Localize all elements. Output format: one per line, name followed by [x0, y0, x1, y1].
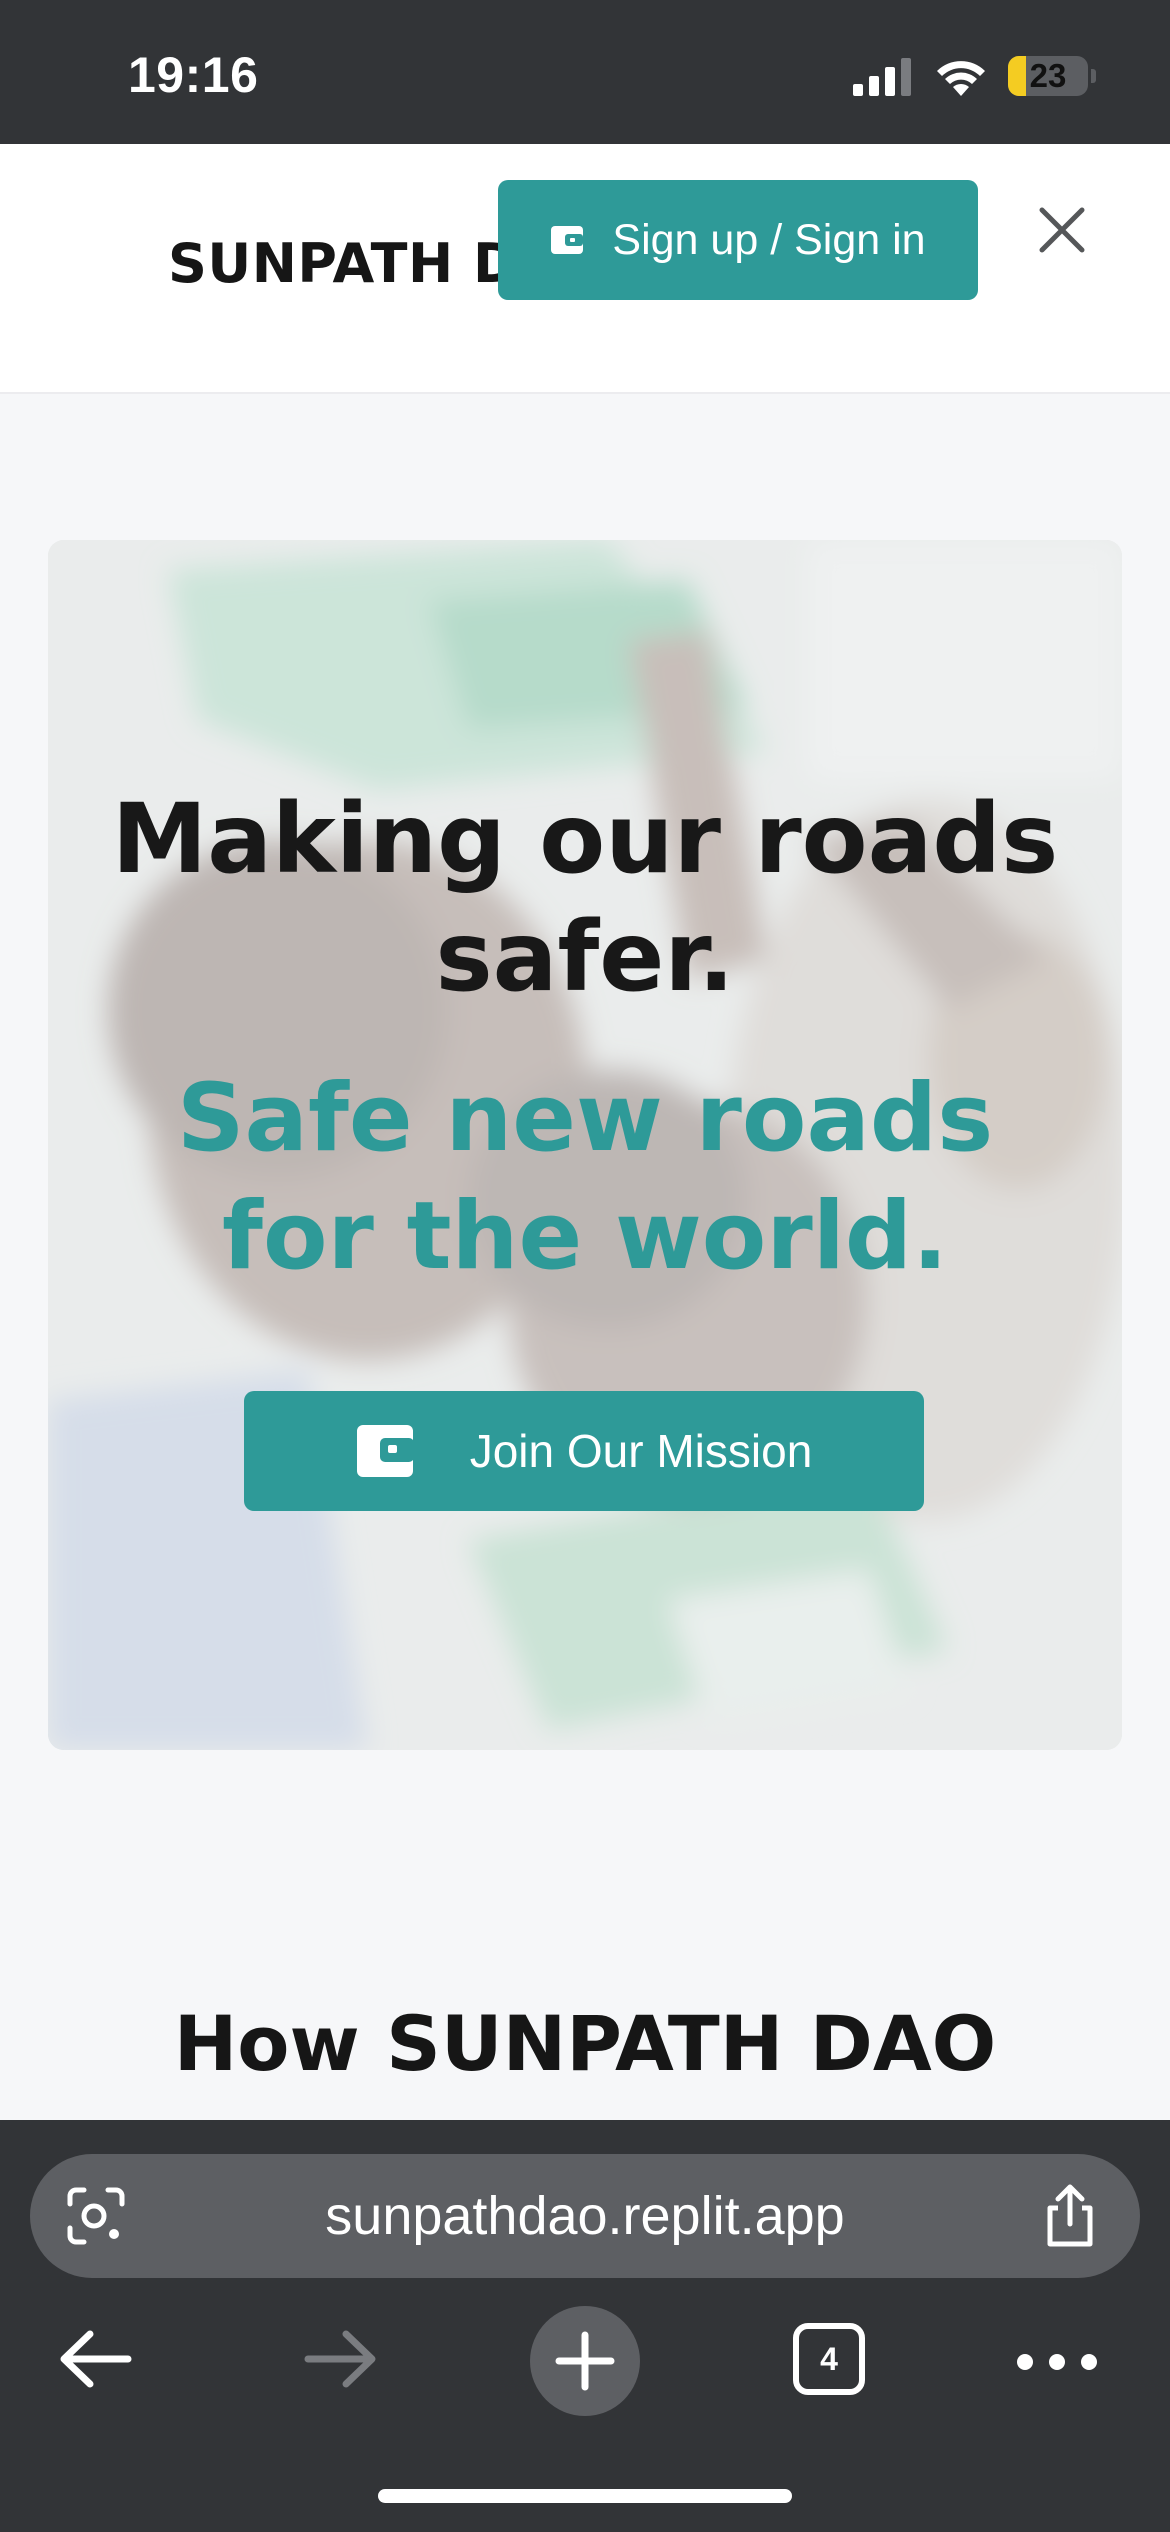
wifi-icon	[937, 61, 985, 96]
home-indicator[interactable]	[378, 2489, 792, 2503]
battery-cap	[1091, 69, 1096, 83]
battery-icon: 23	[1008, 56, 1088, 96]
more-icon[interactable]	[1012, 2342, 1102, 2382]
lens-icon[interactable]	[64, 2184, 128, 2248]
hero-banner: Making our roads safer. Safe new roads f…	[48, 540, 1122, 1750]
back-arrow-icon[interactable]	[58, 2326, 132, 2392]
join-mission-button-label: Join Our Mission	[469, 1425, 813, 1477]
status-bar: 19:16 23	[0, 0, 1170, 144]
wallet-icon	[356, 1425, 414, 1477]
wallet-icon	[551, 226, 584, 254]
battery-level: 23	[1029, 57, 1067, 94]
hero-subtitle: Safe new roads for the world.	[176, 1064, 994, 1291]
forward-arrow-icon[interactable]	[304, 2326, 378, 2392]
share-icon[interactable]	[1038, 2182, 1102, 2250]
tabs-button[interactable]: 4	[792, 2322, 866, 2396]
hero-title: Making our roads safer.	[111, 783, 1059, 1013]
close-icon[interactable]	[1034, 202, 1090, 258]
brand-logo-text[interactable]: SUNPATH DAO	[168, 204, 498, 324]
join-mission-button[interactable]: Join Our Mission	[244, 1391, 924, 1511]
new-tab-button[interactable]	[530, 2306, 640, 2416]
status-time: 19:16	[128, 47, 259, 103]
url-text[interactable]: sunpathdao.replit.app	[160, 2154, 1010, 2278]
signin-button-label: Sign up / Sign in	[612, 215, 926, 264]
signin-button[interactable]: Sign up / Sign in	[498, 180, 978, 300]
plus-icon	[555, 2331, 615, 2391]
address-bar[interactable]: sunpathdao.replit.app	[30, 2154, 1140, 2278]
tab-count: 4	[820, 2341, 838, 2377]
site-header: SUNPATH DAO Sign up / Sign in	[0, 144, 1170, 394]
cellular-signal-icon	[853, 58, 911, 96]
